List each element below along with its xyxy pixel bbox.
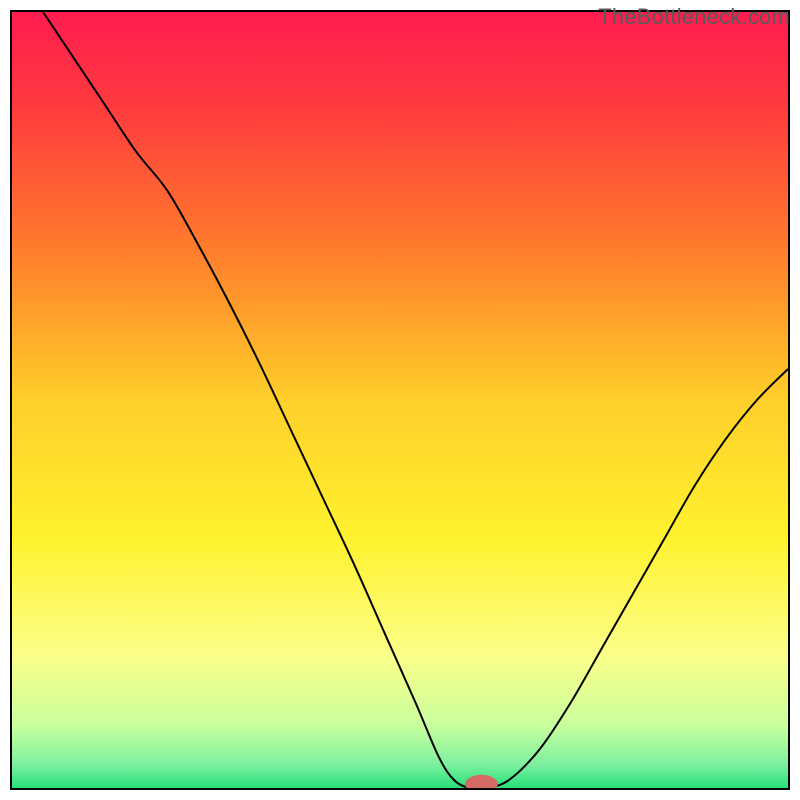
optimal-marker: [12, 12, 788, 788]
watermark-text: TheBottleneck.com: [598, 4, 790, 30]
chart-container: TheBottleneck.com: [0, 0, 800, 800]
plot-area: [10, 10, 790, 790]
